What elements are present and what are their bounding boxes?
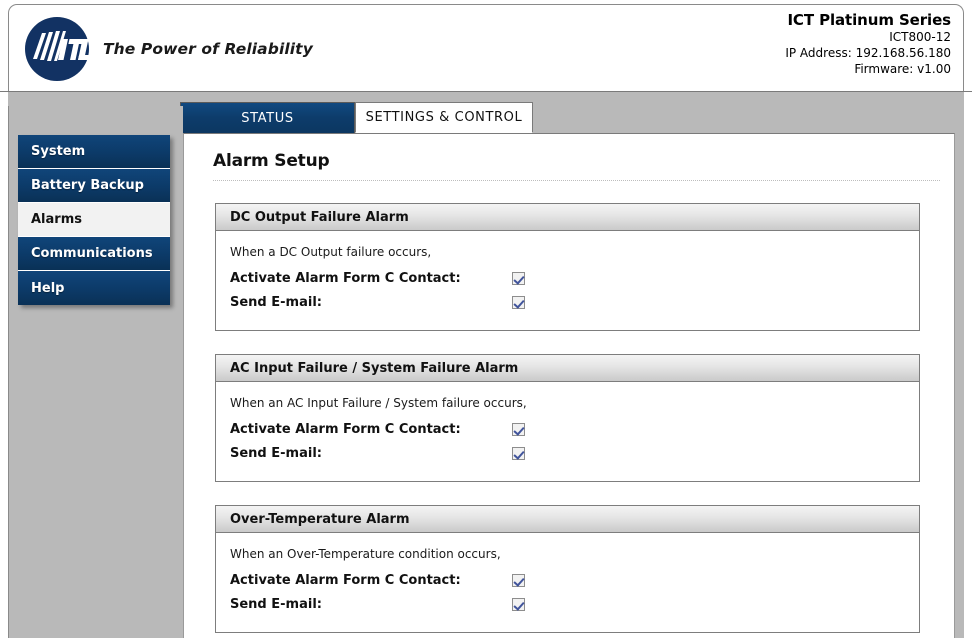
sidebar-item-label: Communications xyxy=(31,246,153,261)
checkbox-send-email[interactable] xyxy=(512,295,525,309)
option-row: Send E-mail: xyxy=(230,592,919,616)
option-row: Activate Alarm Form C Contact: xyxy=(230,266,919,290)
sidebar-item-battery-backup[interactable]: Battery Backup xyxy=(18,169,170,203)
window-left-edge xyxy=(0,92,8,638)
application-window: The Power of Reliability ICT Platinum Se… xyxy=(0,0,972,638)
option-label: Activate Alarm Form C Contact: xyxy=(230,572,461,588)
window-right-edge xyxy=(964,92,972,638)
option-label: Send E-mail: xyxy=(230,294,322,310)
sidebar-item-label: Help xyxy=(31,280,65,296)
sidebar-item-communications[interactable]: Communications xyxy=(18,237,170,271)
ict-circle-logo-icon xyxy=(21,13,93,85)
sidebar-nav: System Battery Backup Alarms Communicati… xyxy=(18,135,170,305)
brand-area: The Power of Reliability xyxy=(21,13,313,85)
device-model: ICT800-12 xyxy=(889,30,951,44)
alarm-section-body: When an AC Input Failure / System failur… xyxy=(215,382,920,482)
tab-settings-and-control[interactable]: SETTINGS & CONTROL xyxy=(355,102,533,133)
alarm-condition-text: When a DC Output failure occurs, xyxy=(230,245,432,259)
checkbox-activate-alarm-form-c-contact[interactable] xyxy=(512,271,525,285)
header-frame: The Power of Reliability ICT Platinum Se… xyxy=(8,4,964,91)
sidebar-item-alarms[interactable]: Alarms xyxy=(18,203,170,237)
alarm-condition-text: When an AC Input Failure / System failur… xyxy=(230,396,527,410)
alarm-section-ac-input-system-failure: AC Input Failure / System Failure Alarm … xyxy=(215,354,920,482)
alarm-section-title: Over-Temperature Alarm xyxy=(215,505,920,533)
sidebar-item-label: Battery Backup xyxy=(31,178,144,193)
alarm-section-dc-output-failure: DC Output Failure Alarm When a DC Output… xyxy=(215,203,920,331)
option-row: Activate Alarm Form C Contact: xyxy=(230,417,919,441)
page-header: The Power of Reliability ICT Platinum Se… xyxy=(0,0,972,92)
option-label: Send E-mail: xyxy=(230,445,322,461)
option-row: Send E-mail: xyxy=(230,290,919,314)
sidebar: System Battery Backup Alarms Communicati… xyxy=(8,106,183,638)
device-title: ICT Platinum Series xyxy=(787,11,951,29)
option-row: Activate Alarm Form C Contact: xyxy=(230,568,919,592)
checkbox-send-email[interactable] xyxy=(512,597,525,611)
alarm-section-title: DC Output Failure Alarm xyxy=(215,203,920,231)
right-gutter xyxy=(956,106,964,638)
option-label: Send E-mail: xyxy=(230,596,322,612)
sidebar-item-label: Alarms xyxy=(31,212,82,227)
sidebar-item-label: System xyxy=(31,144,86,159)
alarm-section-over-temperature: Over-Temperature Alarm When an Over-Temp… xyxy=(215,505,920,633)
page-title: Alarm Setup xyxy=(213,151,330,171)
sidebar-item-system[interactable]: System xyxy=(18,135,170,169)
sidebar-item-help[interactable]: Help xyxy=(18,271,170,305)
content-panel: Alarm Setup DC Output Failure Alarm When… xyxy=(183,133,955,638)
option-label: Activate Alarm Form C Contact: xyxy=(230,270,461,286)
checkbox-activate-alarm-form-c-contact[interactable] xyxy=(512,422,525,436)
brand-tagline: The Power of Reliability xyxy=(103,40,313,58)
alarm-section-body: When a DC Output failure occurs, Activat… xyxy=(215,231,920,331)
title-divider xyxy=(213,180,940,181)
device-firmware: Firmware: v1.00 xyxy=(854,62,951,76)
device-ip-address: IP Address: 192.168.56.180 xyxy=(785,46,951,60)
alarm-condition-text: When an Over-Temperature condition occur… xyxy=(230,547,501,561)
device-info: ICT Platinum Series ICT800-12 IP Address… xyxy=(785,12,951,77)
checkbox-send-email[interactable] xyxy=(512,446,525,460)
tab-status[interactable]: STATUS xyxy=(180,102,355,133)
option-label: Activate Alarm Form C Contact: xyxy=(230,421,461,437)
checkbox-activate-alarm-form-c-contact[interactable] xyxy=(512,573,525,587)
alarm-section-body: When an Over-Temperature condition occur… xyxy=(215,533,920,633)
option-row: Send E-mail: xyxy=(230,441,919,465)
alarm-section-title: AC Input Failure / System Failure Alarm xyxy=(215,354,920,382)
